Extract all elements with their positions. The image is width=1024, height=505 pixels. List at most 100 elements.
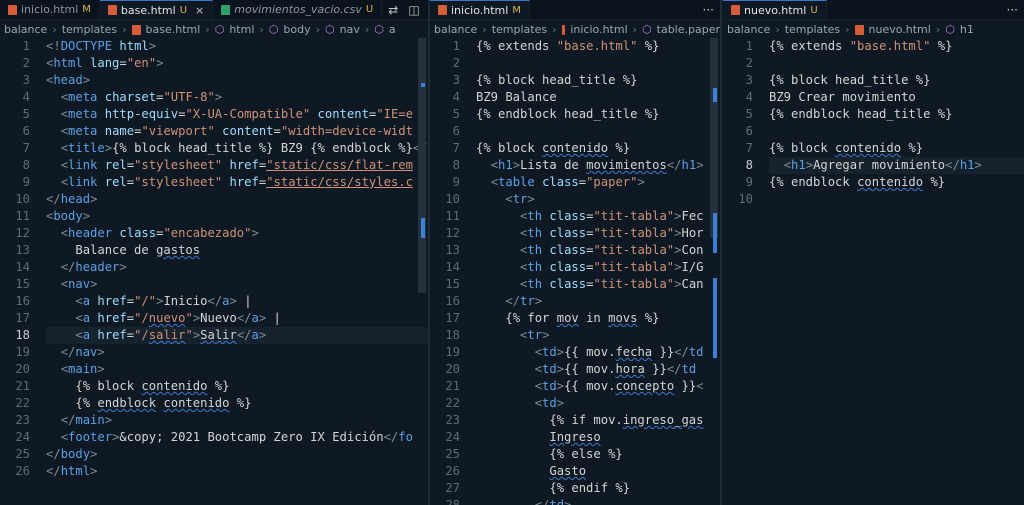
breadcrumb-item[interactable]: base.html [146,23,201,36]
code-line[interactable]: 4 <meta charset="UTF-8"> [0,89,428,106]
code-text[interactable]: {% block head_title %} [476,72,720,89]
code-text[interactable]: <h1>Lista de movimientos</h1> [476,157,720,174]
breadcrumb-item[interactable]: balance [4,23,47,36]
code-text[interactable]: {% block contenido %} [46,378,428,395]
breadcrumb-item[interactable]: html [229,23,254,36]
code-line[interactable]: 23 </main> [0,412,428,429]
tab-movimientos-csv[interactable]: movimientos_vacio.csv U [213,0,383,19]
code-text[interactable]: <a href="/">Inicio</a> | [46,293,428,310]
code-line[interactable]: 5 <meta http-equiv="X-UA-Compatible" con… [0,106,428,123]
code-line[interactable]: 5 {% endblock head_title %} [430,106,720,123]
code-line[interactable]: 1 {% extends "base.html" %} [723,38,1024,55]
code-text[interactable]: <link rel="stylesheet" href="static/css/… [46,174,428,191]
code-line[interactable]: 11 <th class="tit-tabla">Fec [430,208,720,225]
code-line[interactable]: 16 <a href="/">Inicio</a> | [0,293,428,310]
code-text[interactable]: <td>{{ mov.fecha }}</td [476,344,720,361]
tab-inicio-html[interactable]: inicio.html M [0,0,100,19]
breadcrumb-item[interactable]: templates [492,23,547,36]
code-line[interactable]: 4 BZ9 Balance [430,89,720,106]
more-actions-icon[interactable]: ··· [1007,3,1018,17]
code-text[interactable]: {% block head_title %} [769,72,1024,89]
code-text[interactable]: {% extends "base.html" %} [476,38,720,55]
code-editor[interactable]: 1 {% extends "base.html" %} 2 3 {% block hea… [430,38,720,505]
code-line[interactable]: 9 {% endblock contenido %} [723,174,1024,191]
scrollbar[interactable] [710,38,720,505]
code-text[interactable]: <tr> [476,191,720,208]
code-line[interactable]: 11 <body> [0,208,428,225]
code-line[interactable]: 20 <main> [0,361,428,378]
code-text[interactable]: <main> [46,361,428,378]
code-line[interactable]: 6 <meta name="viewport" content="width=d… [0,123,428,140]
breadcrumb-item[interactable]: h1 [960,23,974,36]
scrollbar-thumb[interactable] [710,38,718,238]
code-line[interactable]: 19 </nav> [0,344,428,361]
split-editor-icon[interactable]: ◫ [408,3,419,17]
pane-divider[interactable] [720,0,722,505]
code-text[interactable]: <a href="/nuevo">Nuevo</a> | [46,310,428,327]
code-line[interactable]: 3 <head> [0,72,428,89]
code-text[interactable]: </header> [46,259,428,276]
code-line[interactable]: 15 <nav> [0,276,428,293]
code-line[interactable]: 9 <table class="paper"> [430,174,720,191]
code-text[interactable]: {% endblock contenido %} [46,395,428,412]
code-text[interactable]: <table class="paper"> [476,174,720,191]
code-text[interactable]: <link rel="stylesheet" href="static/css/… [46,157,428,174]
scrollbar-thumb[interactable] [418,38,426,293]
code-text[interactable]: <th class="tit-tabla">Con [476,242,720,259]
code-line[interactable]: 8 <h1>Lista de movimientos</h1> [430,157,720,174]
code-line[interactable]: 25 {% else %} [430,446,720,463]
code-text[interactable]: <th class="tit-tabla">I/G [476,259,720,276]
code-text[interactable]: <th class="tit-tabla">Hor [476,225,720,242]
code-line[interactable]: 13 <th class="tit-tabla">Con [430,242,720,259]
breadcrumb-item[interactable]: a [389,23,396,36]
code-text[interactable]: </tr> [476,293,720,310]
code-line[interactable]: 14 <th class="tit-tabla">I/G [430,259,720,276]
code-text[interactable]: <meta name="viewport" content="width=dev… [46,123,428,140]
code-line[interactable]: 10 </head> [0,191,428,208]
code-line[interactable]: 18 <a href="/salir">Salir</a> [0,327,428,344]
code-line[interactable]: 20 <td>{{ mov.hora }}</td [430,361,720,378]
close-icon[interactable]: × [195,4,204,17]
code-text[interactable]: </nav> [46,344,428,361]
breadcrumb-item[interactable]: balance [434,23,477,36]
code-line[interactable]: 5 {% endblock head_title %} [723,106,1024,123]
breadcrumb-item[interactable]: body [283,23,310,36]
code-line[interactable]: 25 </body> [0,446,428,463]
code-line[interactable]: 8 <link rel="stylesheet" href="static/cs… [0,157,428,174]
code-text[interactable]: </html> [46,463,428,480]
code-line[interactable]: 8 <h1>Agregar movimiento</h1> [723,157,1024,174]
code-text[interactable]: BZ9 Crear movimiento [769,89,1024,106]
code-editor[interactable]: 1 {% extends "base.html" %} 2 3 {% block hea… [723,38,1024,505]
code-line[interactable]: 22 {% endblock contenido %} [0,395,428,412]
code-line[interactable]: 26 Gasto [430,463,720,480]
code-line[interactable]: 12 <header class="encabezado"> [0,225,428,242]
code-line[interactable]: 17 {% for mov in movs %} [430,310,720,327]
code-text[interactable]: {% for mov in movs %} [476,310,720,327]
code-line[interactable]: 2 [430,55,720,72]
code-text[interactable]: {% block contenido %} [476,140,720,157]
breadcrumb-item[interactable]: nav [340,23,360,36]
code-text[interactable]: <td>{{ mov.hora }}</td [476,361,720,378]
code-line[interactable]: 18 <tr> [430,327,720,344]
code-editor[interactable]: 1 <!DOCTYPE html> 2 <html lang="en"> 3 <head>… [0,38,428,505]
code-line[interactable]: 2 [723,55,1024,72]
code-line[interactable]: 19 <td>{{ mov.fecha }}</td [430,344,720,361]
code-line[interactable]: 16 </tr> [430,293,720,310]
code-text[interactable]: BZ9 Balance [476,89,720,106]
tab-inicio-html[interactable]: inicio.html M [430,0,530,19]
code-text[interactable] [769,123,1024,140]
code-line[interactable]: 10 [723,191,1024,208]
tab-base-html[interactable]: base.html U × [99,0,214,19]
compare-changes-icon[interactable]: ⇄ [388,3,398,17]
code-text[interactable]: {% endblock contenido %} [769,174,1024,191]
code-text[interactable]: {% block contenido %} [769,140,1024,157]
code-line[interactable]: 10 <tr> [430,191,720,208]
code-text[interactable]: <nav> [46,276,428,293]
breadcrumb-item[interactable]: balance [727,23,770,36]
code-line[interactable]: 7 {% block contenido %} [723,140,1024,157]
code-line[interactable]: 1 {% extends "base.html" %} [430,38,720,55]
code-text[interactable]: </head> [46,191,428,208]
code-line[interactable]: 1 <!DOCTYPE html> [0,38,428,55]
tab-nuevo-html[interactable]: nuevo.html U [723,0,827,19]
code-text[interactable]: <title>{% block head_title %} BZ9 {% end… [46,140,428,157]
